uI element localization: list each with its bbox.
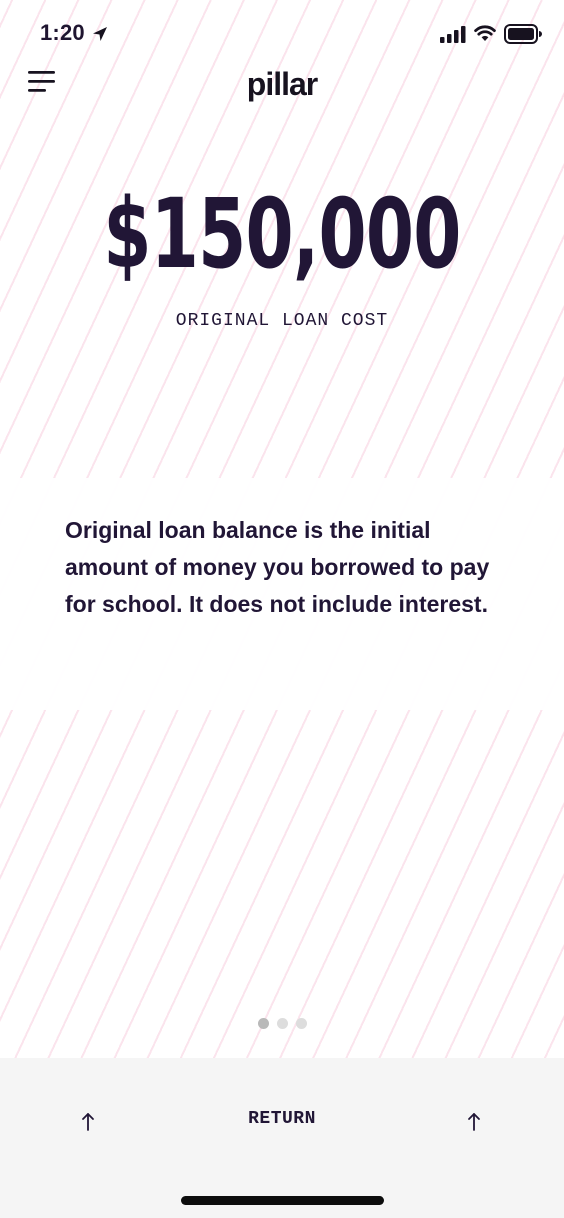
page-dot-3[interactable] xyxy=(295,1018,307,1029)
battery-icon xyxy=(504,24,542,44)
wifi-icon xyxy=(474,25,496,41)
loan-amount-label: ORIGINAL LOAN COST xyxy=(175,311,389,331)
loan-description: Original loan balance is the initial amo… xyxy=(65,517,490,617)
page-indicator xyxy=(0,1018,564,1029)
home-indicator xyxy=(181,1196,384,1205)
status-bar: 1:20 xyxy=(0,0,564,66)
pillar-logo: pillar xyxy=(246,66,318,102)
status-time: 1:20 xyxy=(40,20,85,45)
page-dot-2[interactable] xyxy=(276,1018,288,1029)
location-arrow-icon xyxy=(93,27,107,41)
arrow-up-icon[interactable] xyxy=(466,1112,482,1132)
cellular-signal-icon xyxy=(440,26,466,43)
bottom-bar: RETURN xyxy=(0,1058,564,1218)
loan-amount: $150,000 xyxy=(103,178,461,290)
page-dot-1[interactable] xyxy=(257,1018,269,1029)
